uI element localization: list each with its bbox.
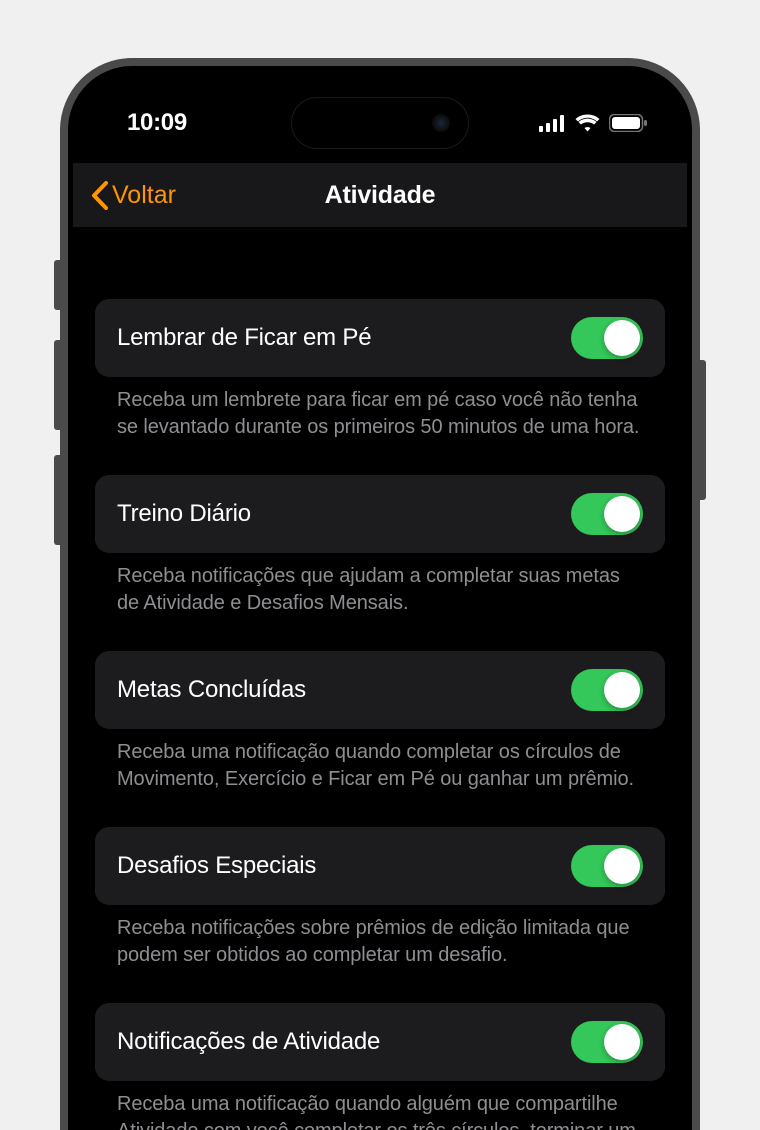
setting-description: Receba notificações que ajudam a complet…	[95, 553, 665, 651]
page-container: 10:09 Vo	[0, 0, 760, 1130]
phone-frame: 10:09 Vo	[60, 58, 700, 1130]
setting-row-daily-coaching[interactable]: Treino Diário	[95, 475, 665, 553]
setting-row-goal-completions[interactable]: Metas Concluídas	[95, 651, 665, 729]
nav-bar: Voltar Atividade	[73, 163, 687, 227]
chevron-left-icon	[91, 181, 108, 210]
dynamic-island	[291, 97, 469, 149]
setting-row-activity-notifications[interactable]: Notificações de Atividade	[95, 1003, 665, 1081]
setting-description: Receba uma notificação quando alguém que…	[95, 1081, 665, 1130]
status-icons	[539, 114, 647, 132]
setting-label: Metas Concluídas	[117, 676, 306, 704]
front-camera-icon	[432, 114, 450, 132]
setting-description: Receba uma notificação quando completar …	[95, 729, 665, 827]
back-button[interactable]: Voltar	[91, 181, 176, 210]
phone-power-button	[700, 360, 706, 500]
page-title: Atividade	[325, 181, 436, 210]
toggle-stand-reminders[interactable]	[571, 317, 643, 359]
toggle-activity-notifications[interactable]	[571, 1021, 643, 1063]
battery-icon	[609, 114, 647, 132]
toggle-daily-coaching[interactable]	[571, 493, 643, 535]
settings-content: Lembrar de Ficar em Pé Receba um lembret…	[73, 227, 687, 1130]
phone-screen: 10:09 Vo	[73, 71, 687, 1130]
status-time: 10:09	[127, 109, 187, 137]
setting-row-special-challenges[interactable]: Desafios Especiais	[95, 827, 665, 905]
toggle-knob	[604, 496, 640, 532]
toggle-knob	[604, 320, 640, 356]
toggle-special-challenges[interactable]	[571, 845, 643, 887]
setting-description: Receba notificações sobre prêmios de edi…	[95, 905, 665, 1003]
setting-row-stand-reminders[interactable]: Lembrar de Ficar em Pé	[95, 299, 665, 377]
setting-label: Lembrar de Ficar em Pé	[117, 324, 371, 352]
setting-label: Treino Diário	[117, 500, 251, 528]
toggle-knob	[604, 672, 640, 708]
toggle-goal-completions[interactable]	[571, 669, 643, 711]
toggle-knob	[604, 1024, 640, 1060]
signal-icon	[539, 115, 566, 132]
back-label: Voltar	[112, 181, 176, 210]
setting-label: Desafios Especiais	[117, 852, 316, 880]
setting-description: Receba um lembrete para ficar em pé caso…	[95, 377, 665, 475]
toggle-knob	[604, 848, 640, 884]
setting-label: Notificações de Atividade	[117, 1028, 380, 1056]
wifi-icon	[575, 114, 600, 132]
